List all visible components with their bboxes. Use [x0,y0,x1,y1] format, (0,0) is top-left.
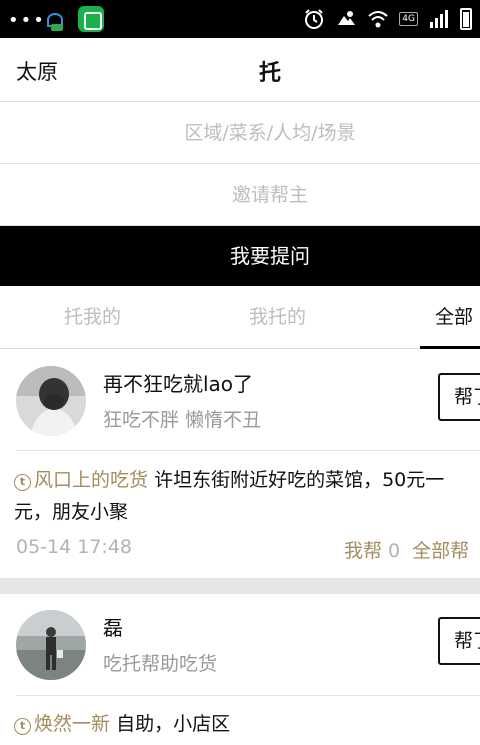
user-tagline: 吃托帮助吃货 [103,653,218,675]
avatar[interactable] [16,610,86,680]
wifi-icon [368,11,388,28]
invite-input[interactable]: 邀请帮主 [0,164,480,226]
avatar-photo [16,610,86,680]
user-name: 再不狂吃就lao了 [103,372,254,396]
filter-input[interactable]: 区域/菜系/人均/场景 [0,102,480,164]
post-actions: 我帮 0 全部帮 [344,536,469,563]
ask-question-button[interactable]: 我要提问 [0,226,480,286]
post-content: t 焕然一新 自助，小店区 [14,708,480,740]
user-tagline: 狂吃不胖 懒惰不丑 [103,409,262,431]
card-separator [0,578,480,594]
t-badge-icon: t [14,474,31,491]
my-help-link[interactable]: 我帮 [344,540,382,562]
tab-entrusted-to-me[interactable]: 托我的 [64,286,121,349]
post-card: 再不狂吃就lao了 狂吃不胖 懒惰不丑 帮了 t风口上的吃货 许坦东街附近好吃的… [0,350,480,578]
chat-bubble-icon [47,13,63,31]
network-type: 4G [399,12,418,26]
alarm-icon [305,9,324,29]
status-bar: ••• 4G [0,0,480,38]
all-help-link[interactable]: 全部帮 [412,540,469,562]
header: 太原 托 [0,38,480,102]
divider [16,450,480,451]
post-text: 自助，小店区 [116,713,231,735]
app-icon [78,6,104,32]
page-title: 托 [258,61,281,86]
status-right: 4G [303,7,472,31]
cloud-icon [338,11,356,25]
tab-all[interactable]: 全部 [420,286,480,349]
avatar[interactable] [16,366,86,436]
help-button[interactable]: 帮了 [438,617,480,665]
help-button[interactable]: 帮了 [438,373,480,421]
post-author[interactable]: 焕然一新 [34,713,110,735]
signal-icon [430,10,448,28]
post-text-line2: 元，朋友小聚 [14,501,129,523]
divider [16,695,480,696]
post-author[interactable]: 风口上的吃货 [34,469,148,491]
t-badge-icon: t [14,718,31,735]
avatar-photo [16,366,86,436]
tab-bar: 托我的 我托的 全部 [0,286,480,349]
post-card: 磊 吃托帮助吃货 帮了 t焕然一新 自助，小店区 [0,594,480,745]
post-time: 05-14 17:48 [16,536,133,558]
help-count: 0 [388,540,401,562]
notification-dots: ••• [8,10,46,31]
post-content: t 风口上的吃货 许坦东街附近好吃的菜馆，50元一 元，朋友小聚 [14,464,480,528]
tab-my-entrusted[interactable]: 我托的 [249,286,306,349]
user-name: 磊 [103,616,123,640]
battery-icon [460,8,472,30]
post-text: 许坦东街附近好吃的菜馆，50元一 [154,469,445,491]
